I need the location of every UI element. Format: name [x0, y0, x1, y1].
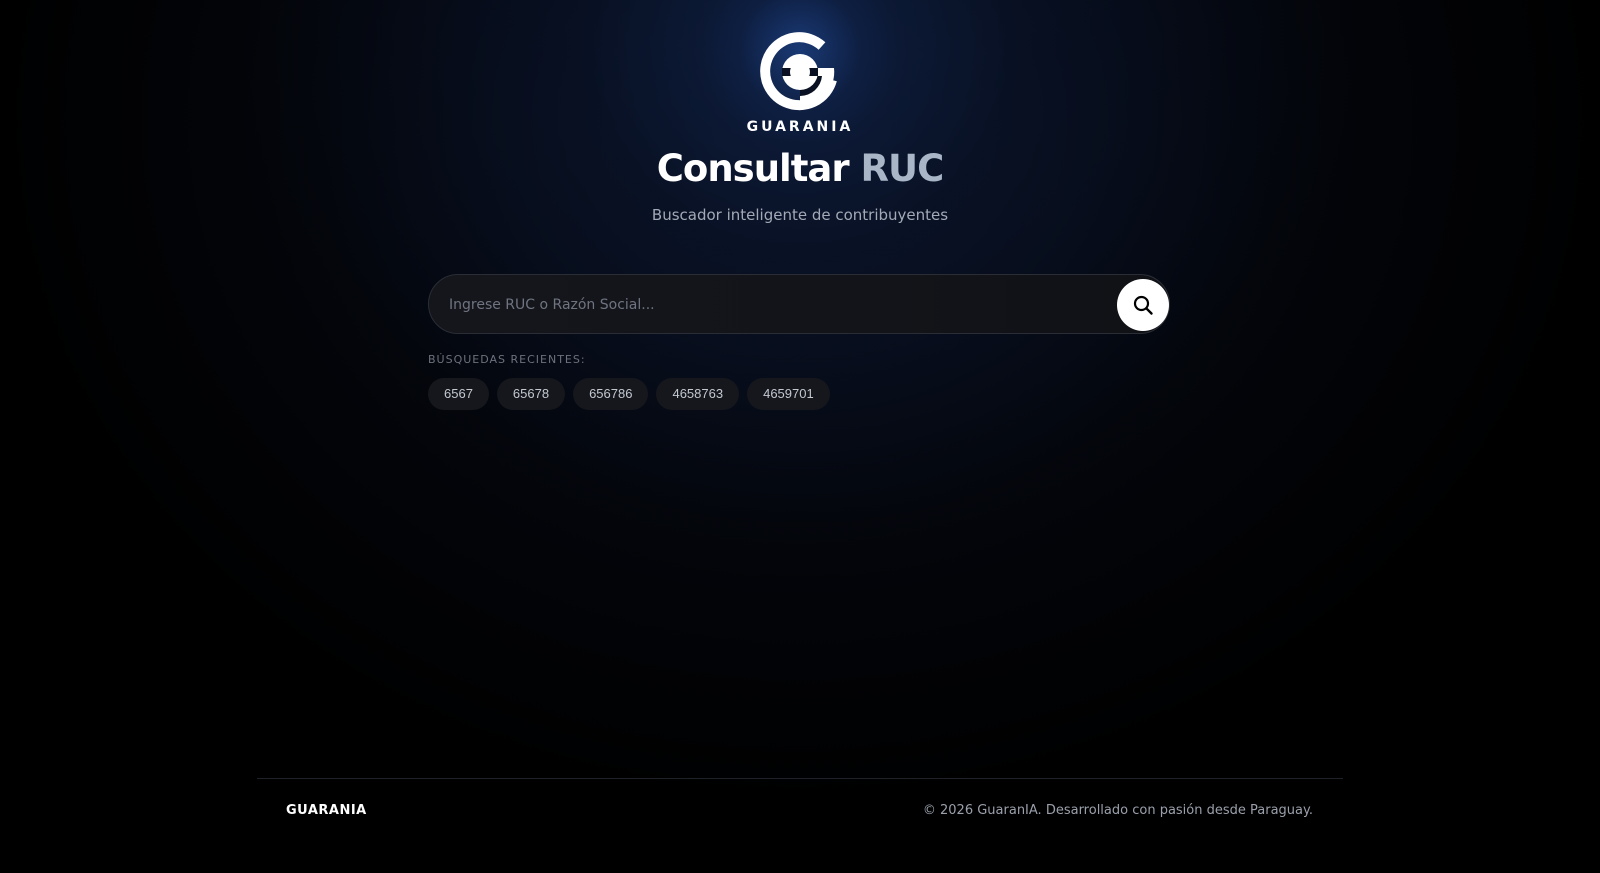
recent-search-chip[interactable]: 6567 [428, 378, 489, 410]
search-icon [1133, 295, 1153, 315]
recent-search-chip[interactable]: 656786 [573, 378, 649, 410]
page-title: Consultar RUC [500, 145, 1100, 193]
logo-wordmark: GUARANIA [746, 119, 854, 135]
recent-search-chip[interactable]: 4659701 [747, 378, 830, 410]
search-input[interactable] [447, 285, 1091, 325]
search-button[interactable] [1117, 279, 1169, 331]
guarania-logo-icon [760, 32, 837, 111]
title-part-ruc: RUC [860, 147, 945, 190]
recent-searches-label: BÚSQUEDAS RECIENTES: [428, 353, 586, 366]
search-box [428, 274, 1170, 334]
footer-copyright: © 2026 GuaranIA. Desarrollado con pasión… [922, 803, 1313, 818]
recent-search-chip[interactable]: 4658763 [656, 378, 740, 410]
footer-brand: GUARANIA [286, 803, 367, 818]
page-subtitle: Buscador inteligente de contribuyentes [651, 206, 949, 224]
recent-searches-list: 6567 65678 656786 4658763 4659701 [428, 378, 830, 410]
recent-search-chip[interactable]: 65678 [496, 378, 566, 410]
footer-divider [257, 778, 1343, 779]
page: GUARANIA Consultar RUC Buscador intelige… [0, 0, 1600, 873]
title-part-consultar: Consultar [656, 147, 850, 190]
